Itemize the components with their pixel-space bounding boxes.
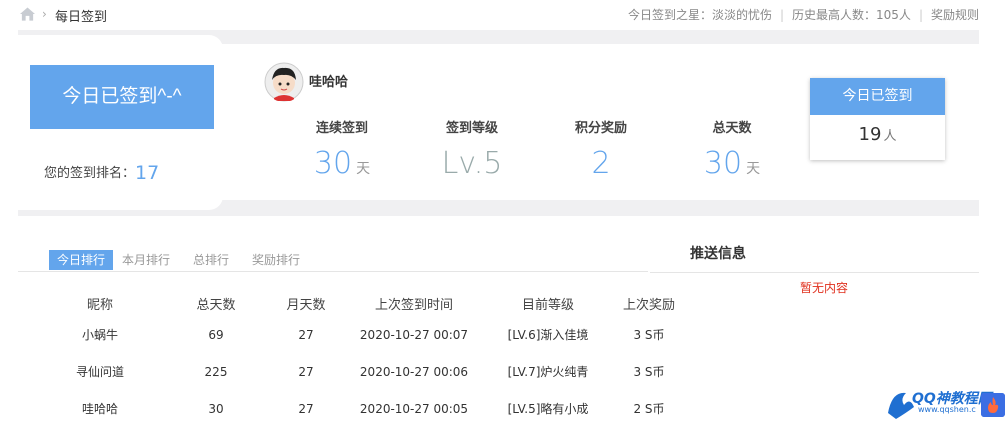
today-signed-count: 19 人 <box>810 124 945 145</box>
col-last-sign: 上次签到时间 <box>374 297 453 313</box>
count-number: 19 <box>858 124 882 145</box>
rank-label: 您的签到排名： <box>44 166 136 181</box>
col-total-days: 总天数 <box>196 297 236 313</box>
divider: | <box>918 8 923 22</box>
stat-number: Lv.5 <box>441 146 503 181</box>
col-month-days: 月天数 <box>286 297 326 313</box>
col-nickname: 昵称 <box>86 297 113 313</box>
count-unit: 人 <box>883 129 897 144</box>
today-signed-title: 今日已签到 <box>810 78 945 115</box>
user-avatar-icon[interactable] <box>264 62 304 102</box>
cell-nickname[interactable]: 小蜗牛 <box>36 316 164 353</box>
top-bar: › 每日签到 今日签到之星：淡淡的忧伤 | 历史最高人数：105人 | 奖励规则 <box>0 0 1008 30</box>
stat-unit: 天 <box>356 161 371 177</box>
page-title: 每日签到 <box>55 10 108 25</box>
cell-total-days: 225 <box>204 364 228 379</box>
tab-total[interactable]: 总排行 <box>185 250 237 270</box>
cell-nickname[interactable]: 哇哈哈 <box>36 390 164 427</box>
ranking-table: 昵称 总天数 月天数 上次签到时间 目前等级 上次奖励 小蜗牛 69 27 20… <box>36 290 686 427</box>
cell-total-days: 30 <box>208 401 224 416</box>
rank-value: 17 <box>135 162 160 184</box>
cell-last-reward: 3 S币 <box>633 328 665 342</box>
col-last-reward: 上次奖励 <box>622 297 675 313</box>
tab-month[interactable]: 本月排行 <box>114 250 178 270</box>
push-empty-text: 暂无内容 <box>800 281 849 295</box>
cell-level: [LV.5]略有小成 <box>507 402 589 416</box>
stat-value: 30 天 <box>282 146 402 181</box>
cell-level: [LV.7]炉火纯青 <box>507 365 589 379</box>
signed-today-button[interactable]: 今日已签到^-^ <box>30 65 214 129</box>
tab-reward[interactable]: 奖励排行 <box>244 250 308 270</box>
sign-star-text: 今日签到之星：淡淡的忧伤 <box>627 8 772 22</box>
cell-total-days: 69 <box>208 327 224 342</box>
reward-rules-link[interactable]: 奖励规则 <box>931 8 979 22</box>
record-text: 历史最高人数：105人 <box>792 8 911 22</box>
stat-label: 总天数 <box>712 121 752 136</box>
stat-points: 积分奖励 2 <box>541 117 661 181</box>
watermark-url: www.qqshen.c <box>918 405 976 414</box>
top-right-info: 今日签到之星：淡淡的忧伤 | 历史最高人数：105人 | 奖励规则 <box>628 6 979 23</box>
cell-last-reward: 3 S币 <box>633 365 665 379</box>
username: 哇哈哈 <box>309 75 349 90</box>
stat-value: 2 <box>541 146 661 181</box>
stat-unit: 天 <box>746 161 761 177</box>
cell-level: [LV.6]渐入佳境 <box>507 328 589 342</box>
chevron-right-icon: › <box>42 7 47 21</box>
stat-number: 30 <box>703 146 743 181</box>
cell-month-days: 27 <box>298 327 314 342</box>
home-icon[interactable] <box>20 7 35 21</box>
cell-month-days: 27 <box>298 401 314 416</box>
fire-icon[interactable] <box>981 393 1005 417</box>
push-title: 推送信息 <box>690 246 746 262</box>
ranking-tabs: 今日排行 本月排行 总排行 奖励排行 <box>18 250 648 272</box>
cell-last-sign: 2020-10-27 00:05 <box>359 401 469 416</box>
col-level: 目前等级 <box>521 297 574 313</box>
divider: | <box>779 8 785 22</box>
stat-value: 30 天 <box>672 146 792 181</box>
cell-nickname[interactable]: 寻仙问道 <box>36 353 164 390</box>
divider <box>650 272 979 273</box>
table-row: 哇哈哈 30 27 2020-10-27 00:05 [LV.5]略有小成 2 … <box>36 390 686 427</box>
table-header-row: 昵称 总天数 月天数 上次签到时间 目前等级 上次奖励 <box>36 290 686 316</box>
today-signed-box: 今日已签到 19 人 <box>810 78 945 160</box>
stat-consecutive: 连续签到 30 天 <box>282 117 402 181</box>
tab-today[interactable]: 今日排行 <box>49 250 114 270</box>
stat-number: 30 <box>313 146 353 181</box>
stat-number: 2 <box>591 146 611 181</box>
table-row: 小蜗牛 69 27 2020-10-27 00:07 [LV.6]渐入佳境 3 … <box>36 316 686 353</box>
cell-month-days: 27 <box>298 364 314 379</box>
stat-level: 签到等级 Lv.5 <box>412 117 532 181</box>
my-rank: 您的签到排名：17 <box>44 162 164 184</box>
cell-last-sign: 2020-10-27 00:07 <box>359 327 469 342</box>
stat-label: 签到等级 <box>445 121 498 136</box>
stat-label: 积分奖励 <box>574 121 627 136</box>
stat-label: 连续签到 <box>315 121 368 136</box>
table-row: 寻仙问道 225 27 2020-10-27 00:06 [LV.7]炉火纯青 … <box>36 353 686 390</box>
stat-value: Lv.5 <box>412 146 532 181</box>
stat-total-days: 总天数 30 天 <box>672 117 792 181</box>
cell-last-reward: 2 S币 <box>633 402 665 416</box>
cell-last-sign: 2020-10-27 00:06 <box>359 364 469 379</box>
